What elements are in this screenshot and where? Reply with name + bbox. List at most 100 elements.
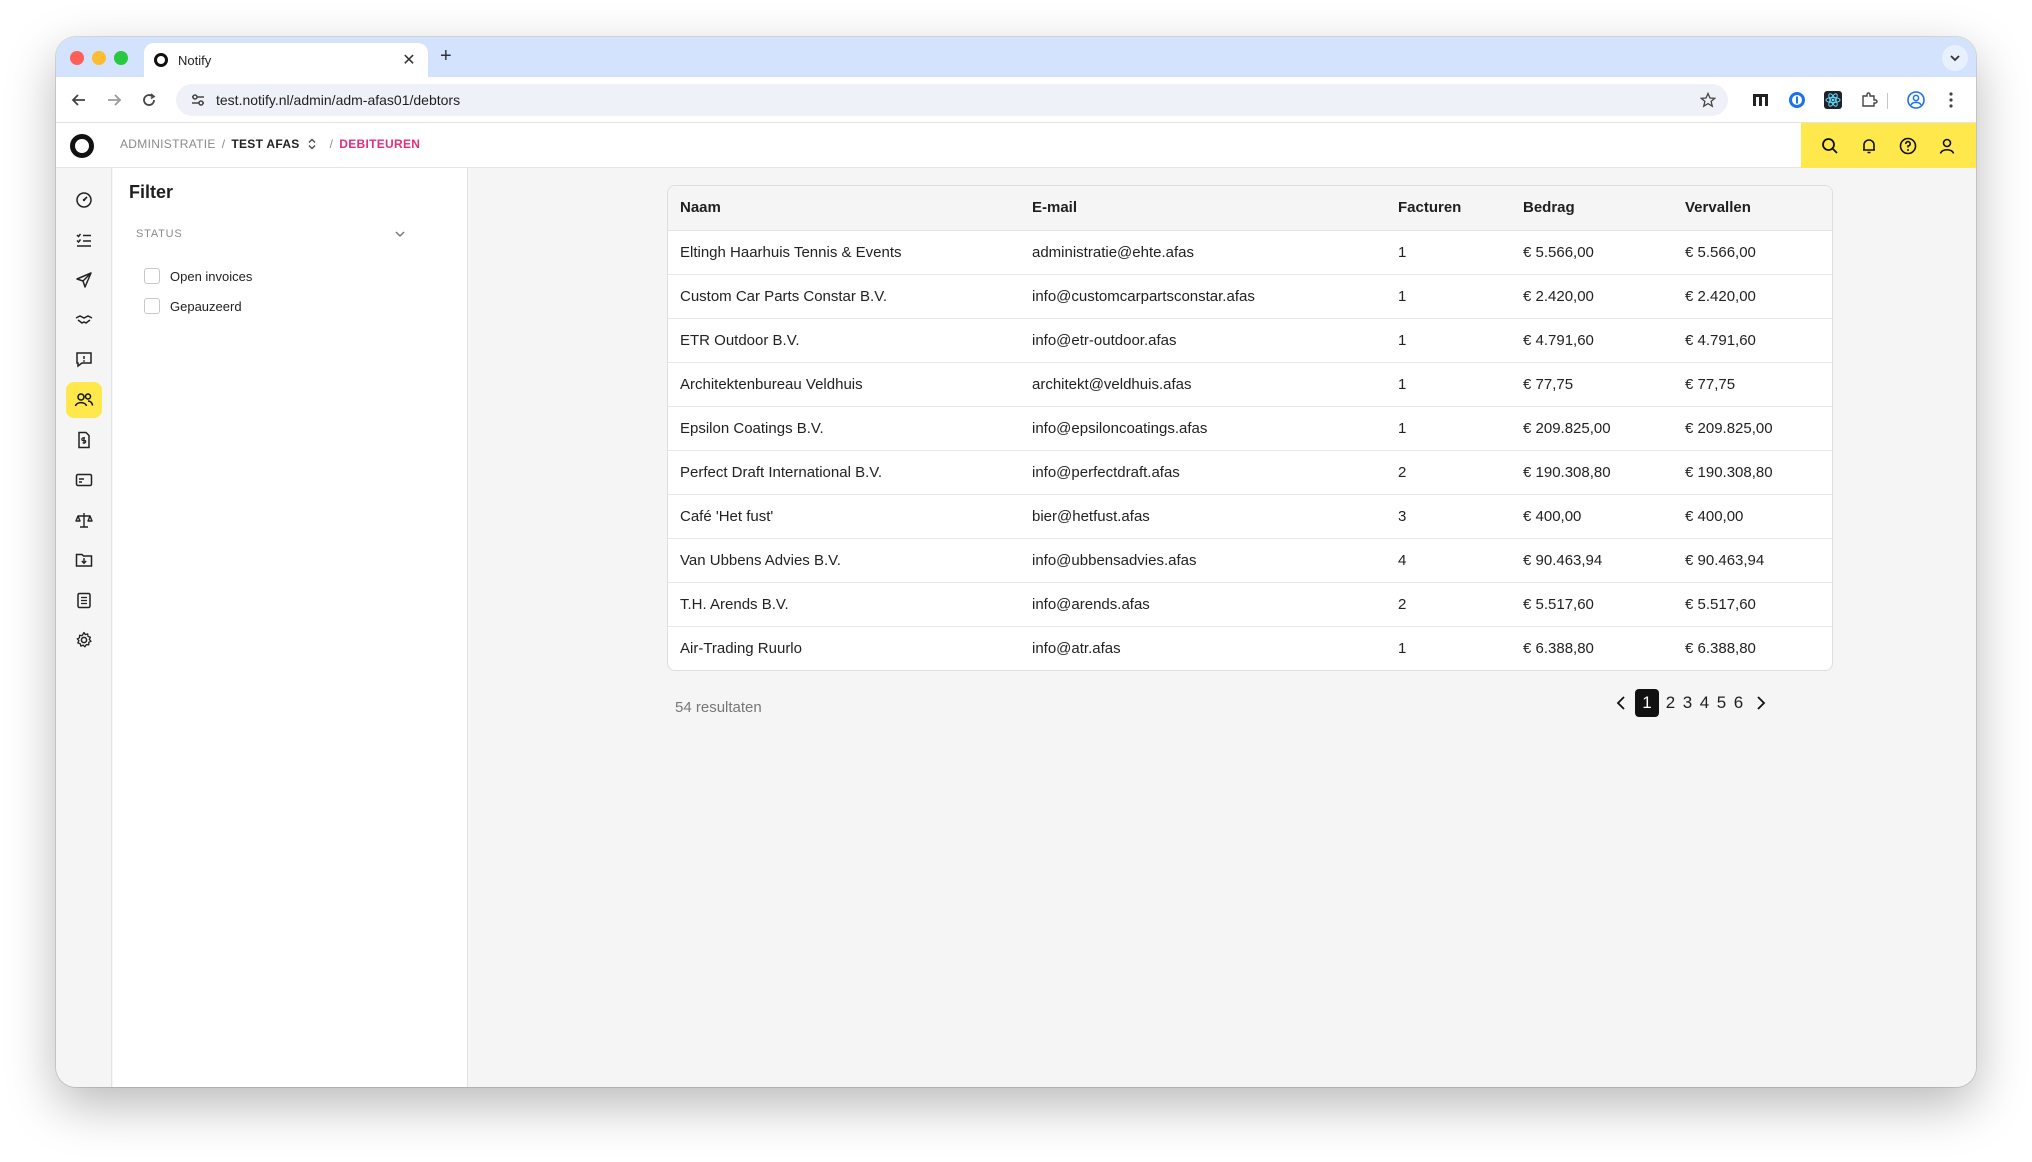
pagination: 123456	[1610, 689, 1772, 717]
site-settings-icon[interactable]	[190, 92, 206, 108]
cell-amount: € 5.566,00	[1511, 230, 1673, 275]
page-2-button[interactable]: 2	[1662, 689, 1679, 717]
back-button[interactable]	[68, 89, 90, 111]
new-tab-button[interactable]: +	[440, 45, 452, 68]
help-button[interactable]	[1896, 134, 1920, 158]
address-bar[interactable]: test.notify.nl/admin/adm-afas01/debtors	[176, 84, 1728, 116]
tab-strip: Notify ✕ +	[56, 37, 1976, 77]
cell-invoices: 1	[1386, 274, 1511, 319]
message-alert-icon	[76, 352, 92, 368]
sidebar-item-debtors[interactable]	[66, 382, 102, 418]
table-row[interactable]: Architektenbureau Veldhuis architekt@veld…	[668, 362, 1832, 407]
filter-option-paused[interactable]: Gepauzeerd	[144, 298, 242, 314]
table-row[interactable]: T.H. Arends B.V. info@arends.afas 2 € 5.517…	[668, 582, 1832, 627]
search-button[interactable]	[1818, 134, 1842, 158]
column-header-amount[interactable]: Bedrag	[1511, 186, 1673, 231]
table-row[interactable]: Custom Car Parts Constar B.V. info@custom…	[668, 274, 1832, 319]
column-header-invoices[interactable]: Facturen	[1386, 186, 1511, 231]
breadcrumb-administration[interactable]: ADMINISTRATIE	[120, 137, 216, 151]
open-invoices-checkbox[interactable]	[144, 268, 160, 284]
profile-avatar-icon[interactable]	[1905, 89, 1927, 111]
status-filter-toggle[interactable]: STATUS	[136, 228, 406, 240]
cell-amount: € 77,75	[1511, 362, 1673, 407]
cell-email: info@atr.afas	[1032, 639, 1121, 657]
close-window-button[interactable]	[70, 51, 84, 65]
sidebar-item-messages[interactable]	[66, 342, 102, 378]
reload-button[interactable]	[138, 89, 160, 111]
table-row[interactable]: Café 'Het fust' bier@hetfust.afas 3 € 400,0…	[668, 494, 1832, 539]
notify-logo[interactable]	[70, 134, 94, 158]
filter-option-label: Gepauzeerd	[170, 298, 242, 314]
cell-invoices: 1	[1386, 318, 1511, 363]
page-3-button[interactable]: 3	[1679, 689, 1696, 717]
toolbar-separator	[1887, 93, 1888, 109]
debtors-table: Naam E-mail Facturen Bedrag Vervallen El…	[668, 186, 1832, 670]
table-row[interactable]: Van Ubbens Advies B.V. info@ubbensadvies.…	[668, 538, 1832, 583]
notifications-button[interactable]	[1857, 134, 1881, 158]
next-page-button[interactable]	[1750, 689, 1772, 717]
cell-overdue: € 6.388,80	[1685, 639, 1756, 657]
table-row[interactable]: Perfect Draft International B.V. info@per…	[668, 450, 1832, 495]
sidebar-item-imports[interactable]	[66, 542, 102, 578]
sidebar-item-agreements[interactable]	[66, 302, 102, 338]
breadcrumb-current: DEBITEUREN	[339, 137, 421, 151]
sidebar-item-payments[interactable]	[66, 462, 102, 498]
cell-overdue: € 2.420,00	[1673, 274, 1832, 319]
paused-checkbox[interactable]	[144, 298, 160, 314]
sidebar-item-dashboard[interactable]	[66, 182, 102, 218]
minimize-window-button[interactable]	[92, 51, 106, 65]
table-row[interactable]: Epsilon Coatings B.V. info@epsiloncoating…	[668, 406, 1832, 451]
sidebar-item-legal[interactable]	[66, 502, 102, 538]
sidebar-item-invoices[interactable]	[66, 422, 102, 458]
extension-grid-icon[interactable]	[1750, 89, 1772, 111]
browser-menu-icon[interactable]	[1940, 89, 1962, 111]
main-content: Naam E-mail Facturen Bedrag Vervallen El…	[468, 168, 1976, 1087]
client-switch-icon[interactable]	[308, 138, 316, 150]
tab-close-icon[interactable]: ✕	[400, 50, 418, 70]
cell-amount: € 4.791,60	[1511, 318, 1673, 363]
app-header: ADMINISTRATIE / TEST AFAS / DEBITEUREN	[56, 123, 1976, 168]
invoice-icon	[78, 431, 90, 449]
table-row[interactable]: Eltingh Haarhuis Tennis & Events administ…	[668, 230, 1832, 275]
page-4-button[interactable]: 4	[1696, 689, 1713, 717]
page-1-button[interactable]: 1	[1635, 689, 1659, 717]
table-row[interactable]: Air-Trading Ruurlo info@atr.afas 1 € 6.388,…	[668, 626, 1832, 670]
previous-page-button[interactable]	[1610, 689, 1632, 717]
filter-option-open-invoices[interactable]: Open invoices	[144, 268, 252, 284]
help-icon	[1899, 137, 1917, 154]
column-header-email[interactable]: E-mail	[1020, 186, 1386, 231]
sidebar-item-settings[interactable]	[66, 622, 102, 658]
table-row[interactable]: ETR Outdoor B.V. info@etr-outdoor.afas 1 € …	[668, 318, 1832, 363]
cell-overdue: € 190.308,80	[1673, 450, 1832, 495]
password-manager-icon[interactable]	[1786, 89, 1808, 111]
cell-invoices: 1	[1386, 362, 1511, 407]
send-icon	[76, 272, 92, 288]
cell-name: Café 'Het fust'	[668, 494, 1020, 539]
cell-email: info@arends.afas	[1020, 582, 1386, 627]
page-6-button[interactable]: 6	[1730, 689, 1747, 717]
cell-name: Architektenbureau Veldhuis	[668, 362, 1020, 407]
column-header-name[interactable]: Naam	[668, 186, 1020, 231]
sidebar-item-send[interactable]	[66, 262, 102, 298]
users-icon	[74, 393, 94, 407]
breadcrumb-client[interactable]: TEST AFAS	[231, 137, 299, 151]
debtors-table-card: Naam E-mail Facturen Bedrag Vervallen El…	[667, 185, 1833, 671]
column-header-overdue[interactable]: Vervallen	[1673, 186, 1832, 231]
account-button[interactable]	[1935, 134, 1959, 158]
extensions-puzzle-icon[interactable]	[1858, 89, 1880, 111]
maximize-window-button[interactable]	[114, 51, 128, 65]
page-5-button[interactable]: 5	[1713, 689, 1730, 717]
tab-search-button[interactable]	[1942, 45, 1968, 71]
reload-icon	[143, 93, 156, 106]
folder-download-icon	[75, 553, 93, 567]
forward-button[interactable]	[103, 89, 125, 111]
react-devtools-icon[interactable]	[1822, 89, 1844, 111]
bookmark-star-icon[interactable]	[1700, 92, 1716, 108]
cell-name: Van Ubbens Advies B.V.	[668, 538, 1020, 583]
sidebar-item-reports[interactable]	[66, 582, 102, 618]
url-text: test.notify.nl/admin/adm-afas01/debtors	[216, 92, 461, 108]
gauge-icon	[76, 192, 92, 208]
sidebar-item-tasks[interactable]	[66, 222, 102, 258]
browser-tab[interactable]: Notify ✕	[144, 43, 428, 77]
cell-overdue: € 90.463,94	[1673, 538, 1832, 583]
